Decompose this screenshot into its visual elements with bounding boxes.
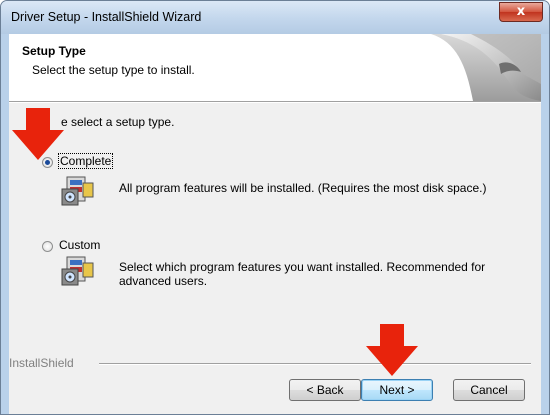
custom-description: Select which program features you want i… — [119, 260, 486, 288]
complete-option-label[interactable]: Complete — [57, 153, 114, 169]
custom-radio[interactable] — [42, 241, 53, 252]
next-button[interactable]: Next > — [361, 379, 433, 401]
close-button[interactable]: x — [499, 2, 543, 22]
red-arrow-annotation — [366, 324, 418, 376]
back-button[interactable]: < Back — [289, 379, 361, 401]
page-subtitle: Select the setup type to install. — [32, 63, 195, 77]
setup-type-prompt: e select a setup type. — [61, 115, 175, 129]
complete-label-text: Complete — [57, 153, 114, 169]
installshield-window: Driver Setup - InstallShield Wizard x Se… — [0, 0, 550, 415]
wizard-header: Setup Type Select the setup type to inst… — [9, 34, 541, 102]
red-arrow-annotation — [12, 108, 64, 160]
setup-type-icon — [61, 256, 94, 286]
setup-type-panel: e select a setup type. Complete All prog… — [9, 102, 541, 363]
complete-description: All program features will be installed. … — [119, 181, 487, 195]
footer-divider — [99, 363, 531, 365]
setup-type-icon — [61, 176, 94, 206]
cancel-button[interactable]: Cancel — [453, 379, 525, 401]
title-bar[interactable]: Driver Setup - InstallShield Wizard x — [1, 1, 549, 34]
window-title: Driver Setup - InstallShield Wizard — [11, 10, 202, 24]
installshield-banner-art — [431, 34, 541, 101]
close-icon: x — [516, 4, 526, 19]
installshield-brand: InstallShield — [9, 356, 74, 370]
custom-option-label[interactable]: Custom — [59, 238, 100, 252]
wizard-client-area: Setup Type Select the setup type to inst… — [9, 34, 541, 414]
page-title: Setup Type — [22, 44, 86, 58]
